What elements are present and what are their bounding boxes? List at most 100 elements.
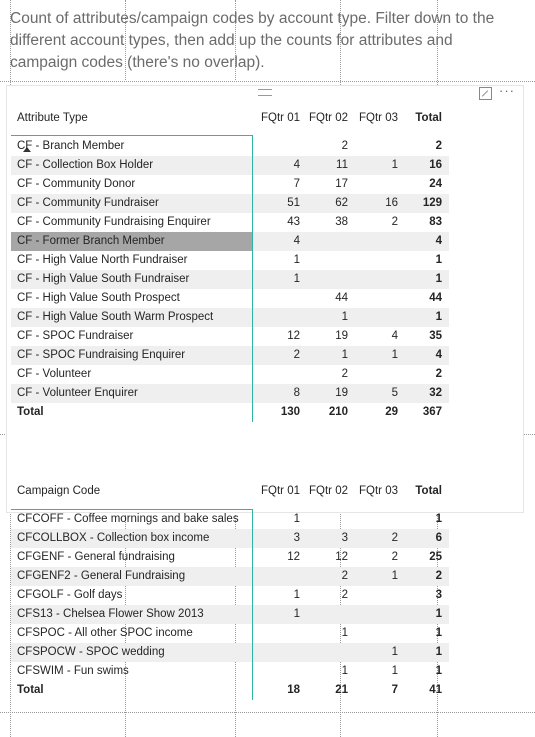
row-value — [350, 365, 398, 384]
column-header[interactable]: Campaign Code — [11, 482, 252, 501]
row-label: CF - Community Fundraising Enquirer — [17, 216, 211, 228]
table-row[interactable]: CF - High Value North Fundraiser 1 1 — [11, 251, 449, 270]
row-value: 1 — [391, 349, 398, 361]
row-label: CFSPOC - All other SPOC income — [17, 627, 193, 639]
table-row[interactable]: CF - High Value South Fundraiser 1 1 — [11, 270, 449, 289]
row-value: 6 — [435, 532, 442, 544]
row-value: 83 — [429, 216, 442, 228]
table-row[interactable]: CFGENF2 - General Fundraising 2 1 2 — [11, 567, 449, 586]
row-label: CFSWIM - Fun swims — [17, 665, 129, 677]
canvas-guide-line — [0, 712, 535, 713]
row-value — [350, 586, 398, 605]
column-headers: Attribute Type FQtr 01 FQtr 02 FQtr 03 Total — [11, 109, 449, 128]
table-row[interactable]: CFGOLF - Golf days 1 2 3 — [11, 586, 449, 605]
table-row[interactable]: CF - Collection Box Holder 4 11 1 16 — [11, 156, 449, 175]
table-row[interactable]: CF - Community Fundraiser 51 62 16 129 — [11, 194, 449, 213]
row-value: 1 — [293, 254, 300, 266]
row-value — [350, 624, 398, 643]
table-row[interactable]: CFGENF - General fundraising 12 12 2 25 — [11, 548, 449, 567]
row-value — [254, 308, 300, 327]
row-label: CFGENF2 - General Fundraising — [17, 570, 186, 582]
row-label: CFCOLLBOX - Collection box income — [17, 532, 210, 544]
table-row[interactable]: CF - Volunteer 2 2 — [11, 365, 449, 384]
attribute-type-table[interactable]: Attribute Type FQtr 01 FQtr 02 FQtr 03 Total… — [11, 108, 451, 428]
row-value: 1 — [293, 589, 300, 601]
table-row[interactable]: CF - SPOC Fundraising Enquirer 2 1 1 4 — [11, 346, 449, 365]
row-value: 1 — [435, 273, 442, 285]
table-row[interactable]: CFCOFF - Coffee mornings and bake sales 1… — [11, 510, 449, 529]
row-value: 17 — [335, 178, 348, 190]
row-value: 16 — [385, 197, 398, 209]
row-value — [254, 643, 300, 662]
table-row[interactable]: CF - Community Donor 7 17 24 — [11, 175, 449, 194]
table-row[interactable]: CFSPOCW - SPOC wedding 1 1 — [11, 643, 449, 662]
column-header[interactable]: FQtr 03 — [350, 482, 398, 501]
row-value: 2 — [391, 216, 398, 228]
row-label: CFS13 - Chelsea Flower Show 2013 — [17, 608, 204, 620]
row-value: 3 — [293, 532, 300, 544]
row-value: 32 — [429, 387, 442, 399]
row-value: 2 — [391, 532, 398, 544]
row-value — [302, 232, 348, 251]
row-value: 4 — [391, 330, 398, 342]
table-row[interactable]: CFS13 - Chelsea Flower Show 2013 1 1 — [11, 605, 449, 624]
row-header-divider — [252, 135, 253, 422]
row-value — [350, 289, 398, 308]
row-value: 12 — [287, 551, 300, 563]
row-label: CF - Former Branch Member — [11, 232, 252, 251]
column-header[interactable]: FQtr 01 — [254, 482, 300, 501]
table-row[interactable]: CFSWIM - Fun swims 1 1 1 — [11, 662, 449, 681]
column-headers: Campaign Code FQtr 01 FQtr 02 FQtr 03 Total — [11, 482, 449, 501]
row-label: CF - High Value South Fundraiser — [17, 273, 190, 285]
total-value: 18 — [287, 684, 300, 696]
row-value: 1 — [435, 627, 442, 639]
row-label: CF - Branch Member — [17, 140, 125, 152]
table-row[interactable]: CF - Former Branch Member 4 4 — [11, 232, 449, 251]
total-value: 29 — [385, 406, 398, 418]
row-value: 2 — [435, 140, 442, 152]
row-value: 44 — [429, 292, 442, 304]
row-value: 44 — [335, 292, 348, 304]
row-value — [302, 643, 348, 662]
row-label: CF - High Value South Warm Prospect — [17, 311, 214, 323]
table-row[interactable]: CF - Volunteer Enquirer 8 19 5 32 — [11, 384, 449, 403]
total-value: 41 — [429, 684, 442, 696]
table-row[interactable]: CFSPOC - All other SPOC income 1 1 — [11, 624, 449, 643]
campaign-code-table[interactable]: Campaign Code FQtr 01 FQtr 02 FQtr 03 Total C… — [11, 481, 451, 703]
table-row[interactable]: CF - High Value South Warm Prospect 1 1 — [11, 308, 449, 327]
row-value: 8 — [293, 387, 300, 399]
row-value: 1 — [435, 646, 442, 658]
total-row: Total 130 210 29 367 — [11, 403, 449, 422]
total-label: Total — [17, 684, 44, 696]
row-value — [350, 270, 398, 289]
column-header[interactable]: FQtr 02 — [302, 482, 348, 501]
row-label: CF - Community Donor — [17, 178, 136, 190]
row-value: 4 — [435, 349, 442, 361]
row-value: 2 — [435, 570, 442, 582]
row-value — [350, 137, 398, 156]
row-value: 11 — [336, 159, 348, 171]
column-header[interactable]: Total — [399, 109, 442, 128]
row-value: 1 — [391, 665, 398, 677]
column-header[interactable]: FQtr 03 — [350, 109, 398, 128]
column-header[interactable]: FQtr 01 — [254, 109, 300, 128]
row-header-divider — [252, 509, 253, 700]
row-label: CF - Volunteer Enquirer — [17, 387, 138, 399]
row-value: 2 — [391, 551, 398, 563]
row-value: 4 — [293, 235, 300, 247]
row-value — [350, 251, 398, 270]
table-row[interactable]: CF - SPOC Fundraiser 12 19 4 35 — [11, 327, 449, 346]
table-row[interactable]: CF - Branch Member 2 2 — [11, 137, 449, 156]
table-row[interactable]: CFCOLLBOX - Collection box income 3 3 2 6 — [11, 529, 449, 548]
table-row[interactable]: CF - Community Fundraising Enquirer 43 38 2… — [11, 213, 449, 232]
focus-mode-icon[interactable] — [479, 87, 492, 100]
column-header[interactable]: Total — [399, 482, 442, 501]
table-row[interactable]: CF - High Value South Prospect 44 44 — [11, 289, 449, 308]
row-value: 1 — [341, 311, 348, 323]
row-value: 1 — [341, 665, 348, 677]
more-options-icon[interactable]: ··· — [499, 83, 515, 98]
column-header[interactable]: FQtr 02 — [302, 109, 348, 128]
row-value: 35 — [429, 330, 442, 342]
grip-lines-icon[interactable] — [258, 89, 272, 96]
column-header[interactable]: Attribute Type — [11, 109, 252, 128]
